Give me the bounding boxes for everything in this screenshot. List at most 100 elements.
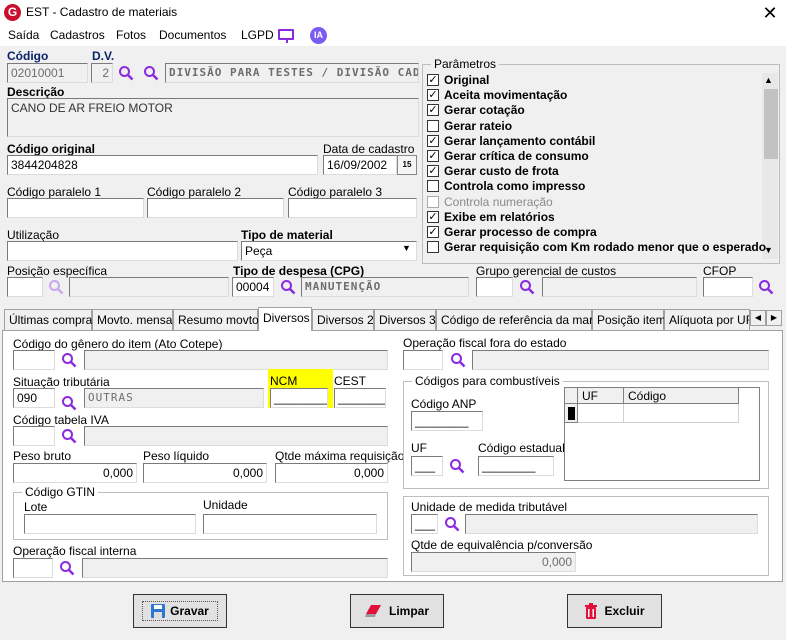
scroll-thumb[interactable] — [764, 89, 778, 159]
utilizacao-input[interactable] — [7, 241, 238, 261]
grid-header-codigo[interactable]: Código — [624, 388, 739, 404]
parametro-label: Controla numeração — [444, 194, 553, 209]
peso-liquido-input[interactable]: 0,000 — [143, 463, 267, 483]
cod-est-input[interactable]: ________ — [478, 456, 554, 476]
parametro-checkbox[interactable]: ✓ — [427, 210, 439, 223]
parametros-title: Parâmetros — [431, 57, 500, 71]
search-icon[interactable] — [444, 516, 460, 532]
parametro-checkbox[interactable]: ✓ — [427, 134, 439, 147]
tab-resumo-movto[interactable]: Resumo movto. — [173, 309, 262, 330]
data-cadastro-input[interactable]: 16/09/2002 — [323, 155, 397, 175]
gravar-button[interactable]: Gravar — [133, 594, 227, 628]
parametro-checkbox[interactable] — [427, 119, 439, 132]
trash-icon — [585, 603, 598, 619]
excluir-button[interactable]: Excluir — [567, 594, 662, 628]
parametro-label: Gerar requisição com Km rodado menor que… — [444, 240, 767, 255]
grupo-input[interactable] — [476, 277, 513, 297]
qtde-max-input[interactable]: 0,000 — [275, 463, 388, 483]
eraser-icon — [364, 605, 381, 617]
search-icon[interactable] — [449, 458, 465, 474]
tab-movto-mensal[interactable]: Movto. mensal — [92, 309, 175, 330]
chevron-right-icon[interactable]: ▶ — [766, 310, 782, 326]
tab-diversos[interactable]: Diversos — [258, 307, 312, 331]
search-icon[interactable] — [61, 352, 77, 368]
close-icon[interactable]: ✕ — [758, 2, 782, 24]
chevron-left-icon[interactable]: ◀ — [750, 310, 766, 326]
search-icon[interactable] — [758, 279, 774, 295]
posicao-input[interactable] — [7, 277, 43, 297]
anp-label: Código ANP — [411, 397, 477, 411]
search-icon[interactable] — [61, 428, 77, 444]
search-icon[interactable] — [143, 65, 159, 81]
op-fora-input[interactable] — [403, 350, 443, 370]
parametro-label: Aceita movimentação — [444, 88, 568, 103]
cfop-input[interactable] — [703, 277, 753, 297]
parametro-checkbox[interactable]: ✓ — [427, 226, 439, 238]
search-icon[interactable] — [59, 560, 75, 576]
grid-cell[interactable] — [624, 404, 739, 423]
qtde-eq-input: 0,000 — [411, 552, 576, 572]
tab-diversos-3[interactable]: Diversos 3 — [374, 309, 436, 330]
search-icon[interactable] — [118, 65, 134, 81]
lote-input[interactable] — [24, 514, 196, 534]
op-fora-desc — [472, 350, 769, 370]
limpar-button[interactable]: Limpar — [350, 594, 444, 628]
codigo-input[interactable]: 02010001 — [7, 63, 88, 83]
tab-aliquota-uf[interactable]: Alíquota por UF — [664, 309, 750, 330]
sit-trib-cod[interactable]: 090 — [13, 388, 55, 408]
parametro-checkbox[interactable] — [427, 241, 439, 254]
posicao-desc — [69, 277, 229, 297]
tipo-despesa-cod[interactable]: 00004 — [232, 277, 274, 297]
un-trib-input[interactable]: ___ — [411, 514, 438, 534]
peso-bruto-input[interactable]: 0,000 — [13, 463, 137, 483]
op-interna-label: Operação fiscal interna — [13, 544, 137, 558]
ncm-input[interactable]: ________ — [270, 388, 328, 408]
uf-input[interactable]: ___ — [411, 456, 443, 476]
menu-cadastros[interactable]: Cadastros — [50, 28, 105, 42]
menu-fotos[interactable]: Fotos — [116, 28, 146, 42]
menu-lgpd[interactable]: LGPD — [241, 28, 274, 42]
grid-header-uf[interactable]: UF — [578, 388, 624, 404]
parametro-checkbox[interactable]: ✓ — [427, 150, 439, 162]
search-icon[interactable] — [61, 395, 77, 411]
parametro-checkbox[interactable]: ✓ — [427, 74, 439, 86]
chevron-down-icon[interactable]: ▼ — [402, 243, 411, 253]
monitor-icon[interactable] — [278, 29, 294, 40]
search-icon[interactable] — [280, 279, 296, 295]
search-icon[interactable] — [450, 352, 466, 368]
parametro-checkbox[interactable]: ✓ — [427, 104, 439, 117]
ia-badge-icon[interactable]: IA — [310, 27, 327, 44]
cod-paralelo1-input[interactable] — [7, 198, 144, 218]
menu-documentos[interactable]: Documentos — [159, 28, 226, 42]
tab-codigo-referencia-marca[interactable]: Código de referência da marca — [436, 309, 606, 330]
codigo-original-input[interactable]: 3844204828 — [7, 155, 318, 175]
menu-saida[interactable]: Saída — [8, 28, 39, 42]
peso-bruto-label: Peso bruto — [13, 449, 72, 463]
anp-input[interactable]: ________ — [411, 411, 483, 431]
gravar-label: Gravar — [170, 604, 209, 618]
parametro-checkbox[interactable] — [427, 195, 439, 208]
search-icon[interactable] — [48, 279, 64, 295]
grid-cell[interactable] — [578, 404, 624, 423]
parametro-checkbox[interactable] — [427, 180, 439, 193]
op-interna-input[interactable] — [13, 558, 53, 578]
unidade-input[interactable] — [203, 514, 377, 534]
tipo-material-select[interactable]: Peça — [241, 241, 417, 261]
excluir-label: Excluir — [604, 604, 645, 618]
tab-diversos-2[interactable]: Diversos 2 — [312, 309, 374, 330]
search-icon[interactable] — [519, 279, 535, 295]
genero-input[interactable] — [13, 350, 55, 370]
cod-paralelo2-input[interactable] — [147, 198, 284, 218]
tab-ultimas-compras[interactable]: Últimas compras — [4, 309, 98, 330]
parametro-checkbox[interactable]: ✓ — [427, 89, 439, 102]
parametro-checkbox[interactable]: ✓ — [427, 165, 439, 178]
chevron-up-icon[interactable]: ▲ — [764, 75, 773, 85]
iva-input[interactable] — [13, 426, 55, 446]
peso-liquido-label: Peso líquido — [143, 449, 210, 463]
descricao-input[interactable]: CANO DE AR FREIO MOTOR — [7, 98, 419, 137]
cest-input[interactable]: ________ — [334, 388, 386, 408]
tab-posicao-item[interactable]: Posição item — [592, 309, 666, 330]
cod-paralelo3-input[interactable] — [288, 198, 417, 218]
un-trib-desc — [465, 514, 758, 534]
calendar-icon[interactable]: 15 — [397, 155, 417, 175]
